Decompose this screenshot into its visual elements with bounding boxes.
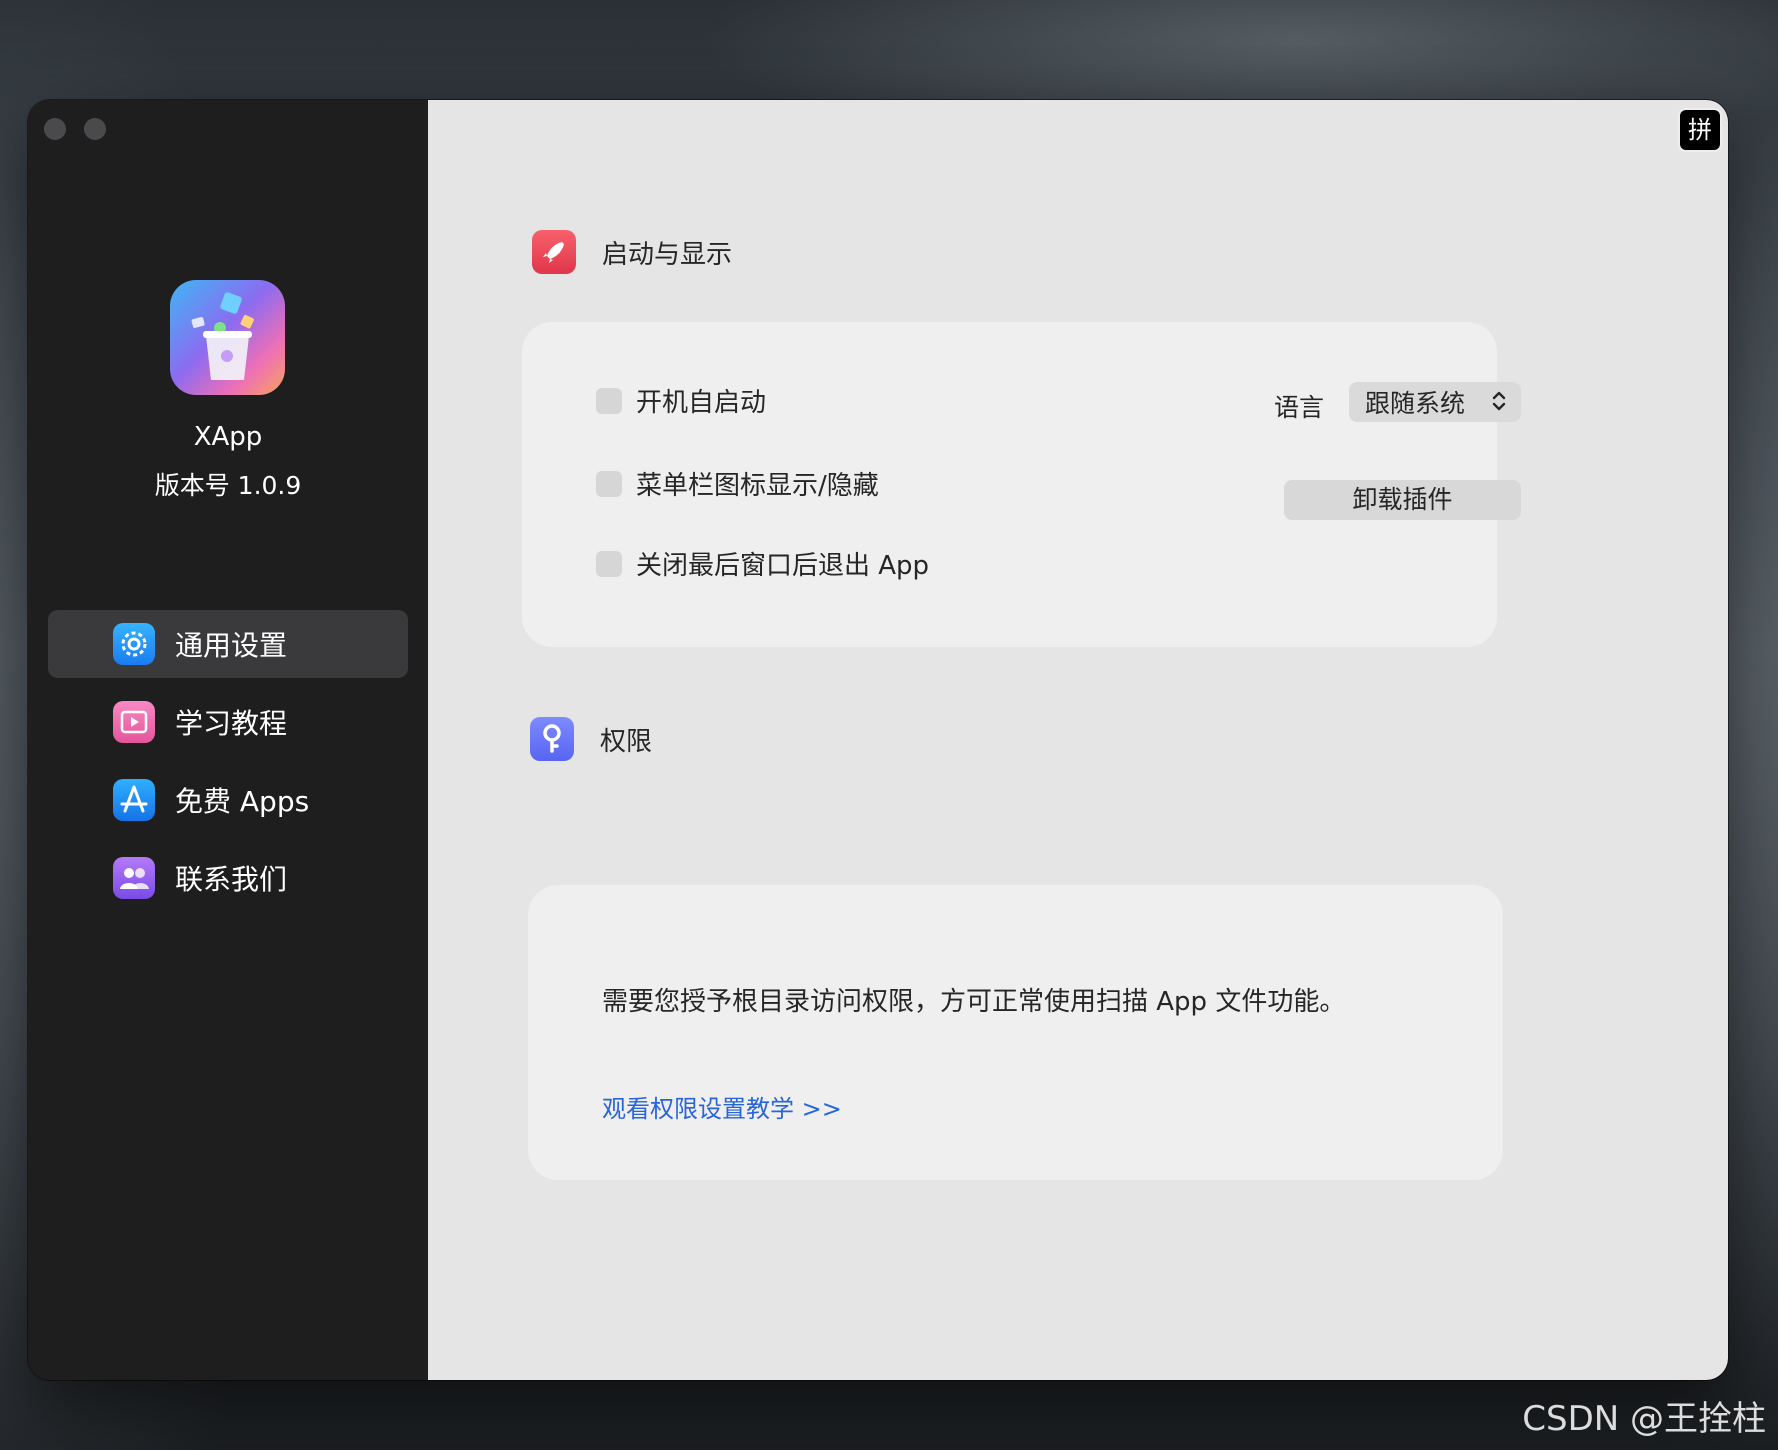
sidebar-item-label: 免费 Apps <box>175 785 310 818</box>
option-label: 菜单栏图标显示/隐藏 <box>636 471 879 501</box>
section-title: 启动与显示 <box>602 239 733 270</box>
menubar-icon-checkbox[interactable] <box>596 470 622 497</box>
sidebar-item-free-apps[interactable]: 免费 Apps <box>48 766 408 834</box>
language-label: 语言 <box>1274 393 1325 422</box>
input-method-indicator[interactable]: 拼 <box>1680 110 1720 150</box>
sidebar-item-contact-us[interactable]: 联系我们 <box>48 844 408 912</box>
minimize-window-button[interactable] <box>84 118 106 140</box>
key-icon <box>530 717 574 761</box>
uninstall-plugin-button[interactable]: 卸载插件 <box>1284 480 1521 520</box>
app-name: XApp <box>193 422 263 452</box>
sidebar: XApp 版本号 1.0.9 通用设置 学习教程 免费 Apps 联系我们 <box>28 100 428 1380</box>
quit-on-close-option[interactable]: 关闭最后窗口后退出 App <box>596 545 929 582</box>
app-store-icon <box>113 779 155 821</box>
section-title: 权限 <box>600 726 653 757</box>
app-version: 版本号 1.0.9 <box>154 471 302 500</box>
launch-at-login-checkbox[interactable] <box>596 387 622 414</box>
window-controls <box>44 118 106 140</box>
app-window: XApp 版本号 1.0.9 通用设置 学习教程 免费 Apps 联系我们 拼 … <box>28 100 1728 1380</box>
language-value: 跟随系统 <box>1365 389 1466 418</box>
permission-tutorial-link[interactable]: 观看权限设置教学 >> <box>602 1089 842 1124</box>
close-window-button[interactable] <box>44 118 66 140</box>
permission-section-header: 权限 <box>530 717 652 761</box>
startup-settings-card: 开机自启动 菜单栏图标显示/隐藏 关闭最后窗口后退出 App 语言 跟随系统 卸… <box>522 322 1521 647</box>
sidebar-item-label: 学习教程 <box>175 707 288 740</box>
settings-content: 拼 启动与显示 开机自启动 菜单栏图标显示/隐藏 关闭最后窗口后退出 App 语… <box>428 100 1728 1380</box>
sidebar-item-tutorials[interactable]: 学习教程 <box>48 688 408 756</box>
menubar-icon-option[interactable]: 菜单栏图标显示/隐藏 <box>596 465 879 502</box>
up-down-chevron-icon <box>1487 390 1511 414</box>
gear-icon <box>113 623 155 665</box>
app-logo-icon <box>170 280 285 395</box>
option-label: 开机自启动 <box>636 388 767 418</box>
sidebar-item-label: 通用设置 <box>175 629 288 662</box>
sidebar-item-general-settings[interactable]: 通用设置 <box>48 610 408 678</box>
startup-section-header: 启动与显示 <box>532 230 732 274</box>
option-label: 关闭最后窗口后退出 App <box>636 551 930 581</box>
video-icon <box>113 701 155 743</box>
sidebar-item-label: 联系我们 <box>175 863 288 896</box>
language-select[interactable]: 跟随系统 <box>1349 382 1521 422</box>
permission-card: 需要您授予根目录访问权限，方可正常使用扫描 App 文件功能。 观看权限设置教学… <box>528 885 1503 1180</box>
launch-at-login-option[interactable]: 开机自启动 <box>596 382 766 419</box>
watermark: CSDN @王拴柱 <box>1522 1399 1766 1439</box>
sidebar-nav: 通用设置 学习教程 免费 Apps 联系我们 <box>48 610 408 922</box>
rocket-icon <box>532 230 576 274</box>
permission-description: 需要您授予根目录访问权限，方可正常使用扫描 App 文件功能。 <box>602 987 1346 1017</box>
contacts-icon <box>113 857 155 899</box>
quit-on-close-checkbox[interactable] <box>596 550 622 577</box>
